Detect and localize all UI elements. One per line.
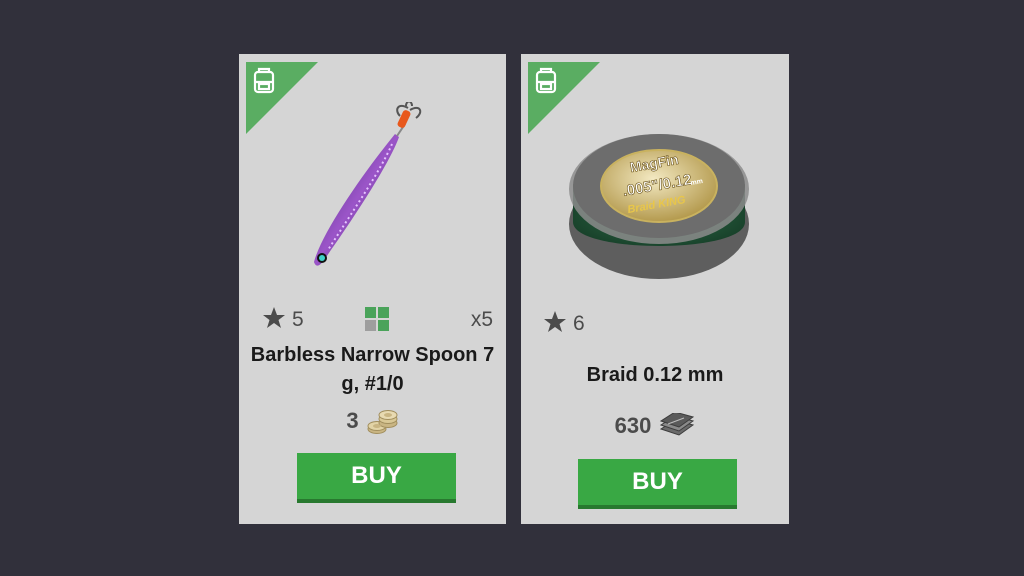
gold-coins-icon bbox=[367, 410, 398, 434]
price-row: 630 bbox=[521, 411, 789, 441]
product-card-spoon[interactable]: 5 x5 Barbless Narrow Spoon 7 g, #1/0 3 B… bbox=[239, 54, 506, 524]
stats-row: 6 bbox=[521, 310, 789, 336]
product-card-braid[interactable]: MagFin .005"/0.12 mm Braid KING 6 Braid … bbox=[521, 54, 789, 524]
product-name: Barbless Narrow Spoon 7 g, #1/0 bbox=[250, 344, 495, 395]
buy-button[interactable]: BUY bbox=[297, 453, 456, 503]
spoon-lure-image bbox=[314, 102, 422, 266]
braid-spool-image: MagFin .005"/0.12 mm Braid KING bbox=[569, 134, 749, 279]
star-icon bbox=[544, 311, 566, 332]
rank-value: 6 bbox=[573, 312, 585, 335]
shop-screen: 5 x5 Barbless Narrow Spoon 7 g, #1/0 3 B… bbox=[0, 0, 1024, 576]
price-value: 3 bbox=[346, 408, 359, 433]
price-value: 630 bbox=[614, 413, 652, 438]
product-name: Braid 0.12 mm bbox=[586, 364, 724, 386]
star-icon bbox=[263, 307, 285, 328]
inventory-grid-icon bbox=[365, 307, 389, 331]
rank-value: 5 bbox=[292, 308, 304, 331]
buy-button[interactable]: BUY bbox=[578, 459, 737, 509]
silver-banknotes-icon bbox=[660, 413, 695, 436]
price-row: 3 bbox=[239, 406, 506, 436]
quantity-value: x5 bbox=[470, 308, 493, 331]
stats-row: 5 x5 bbox=[239, 306, 506, 332]
